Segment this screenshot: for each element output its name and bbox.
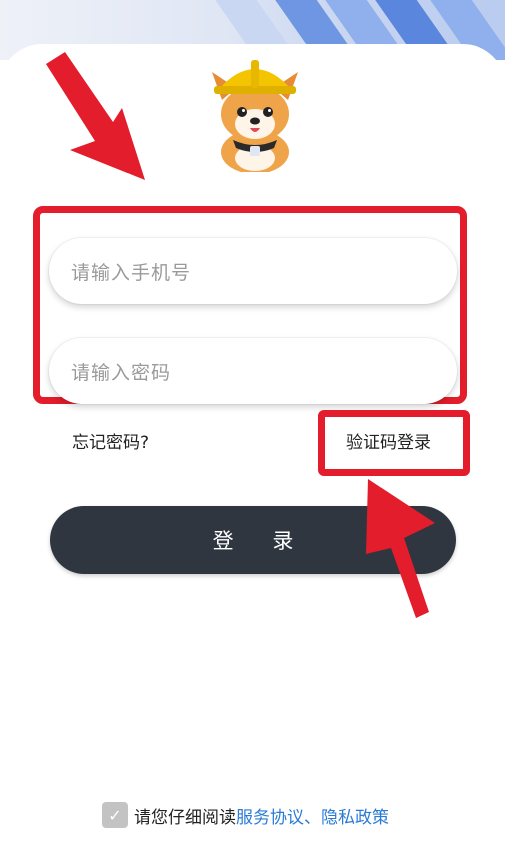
agreement-row: ✓ 请您仔细阅读 服务协议、隐私政策 bbox=[102, 802, 389, 828]
phone-input[interactable]: 请输入手机号 bbox=[49, 238, 457, 304]
login-button[interactable]: 登 录 bbox=[50, 506, 456, 574]
password-placeholder: 请输入密码 bbox=[71, 361, 172, 384]
agreement-links[interactable]: 服务协议、隐私政策 bbox=[236, 803, 389, 828]
password-input[interactable]: 请输入密码 bbox=[49, 338, 457, 404]
agreement-prefix: 请您仔细阅读 bbox=[134, 807, 236, 828]
agreement-checkbox[interactable]: ✓ bbox=[102, 802, 128, 828]
sms-login-link[interactable]: 验证码登录 bbox=[346, 428, 431, 453]
login-button-label: 登 录 bbox=[212, 529, 310, 553]
phone-placeholder: 请输入手机号 bbox=[71, 261, 192, 284]
mascot-dog-icon bbox=[212, 60, 298, 172]
forgot-password-link[interactable]: 忘记密码? bbox=[72, 428, 149, 453]
